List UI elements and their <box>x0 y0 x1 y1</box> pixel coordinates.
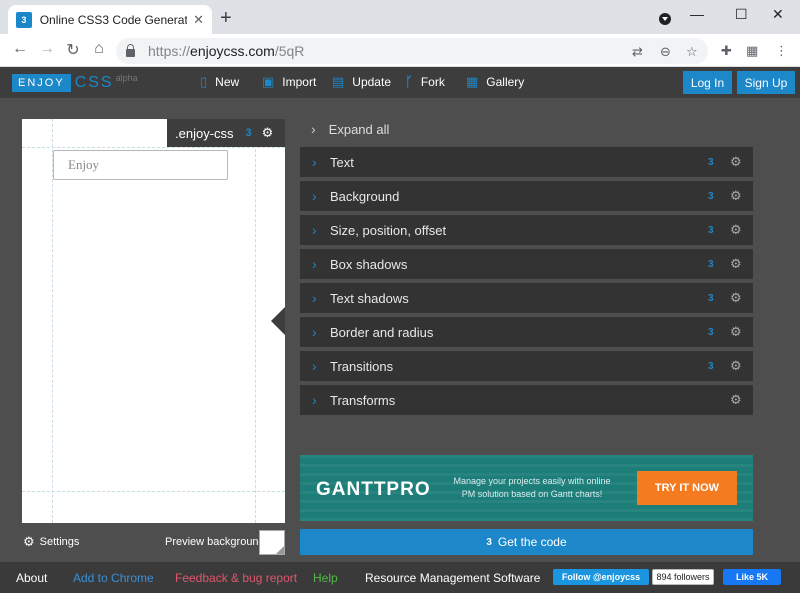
panel-box-shadows[interactable]: › Box shadows 3 ⚙ <box>300 249 753 279</box>
panel-transforms[interactable]: › Transforms ⚙ <box>300 385 753 415</box>
back-arrow-icon[interactable]: ← <box>10 40 30 58</box>
menu-kebab-icon[interactable]: ⋮ <box>775 43 788 59</box>
css3-icon: 3 <box>486 536 492 548</box>
login-button[interactable]: Log In <box>683 71 732 94</box>
css3-icon[interactable]: 3 <box>708 259 714 270</box>
css3-icon[interactable]: 3 <box>708 157 714 168</box>
chevron-right-icon: › <box>312 358 317 374</box>
address-bar[interactable]: https://enjoycss.com/5qR ⇄ ⊖ ☆ <box>116 38 708 64</box>
bookmark-star-icon[interactable]: ☆ <box>686 44 698 60</box>
chevron-right-icon: › <box>312 392 317 408</box>
chevron-right-icon: › <box>312 222 317 238</box>
signup-button[interactable]: Sign Up <box>737 71 795 94</box>
ganttpro-ad-banner[interactable]: GANTTPRO Manage your projects easily wit… <box>300 455 753 521</box>
footer-about-link[interactable]: About <box>16 571 47 585</box>
gear-icon[interactable]: ⚙ <box>730 392 742 408</box>
preview-background-swatch[interactable] <box>259 530 285 555</box>
panel-border-and-radius[interactable]: › Border and radius 3 ⚙ <box>300 317 753 347</box>
css3-icon[interactable]: 3 <box>708 293 714 304</box>
gear-icon[interactable]: ⚙ <box>730 256 742 272</box>
get-code-button[interactable]: 3 Get the code <box>300 529 753 555</box>
chevron-right-icon: › <box>312 154 317 170</box>
browser-tab[interactable]: 3 Online CSS3 Code Generator W ✕ <box>8 5 212 34</box>
footer-feedback-link[interactable]: Feedback & bug report <box>175 571 297 585</box>
new-tab-button[interactable]: + <box>220 8 232 28</box>
footer-add-to-chrome-link[interactable]: Add to Chrome <box>73 571 154 585</box>
gear-icon: ⚙ <box>23 534 35 549</box>
ad-text: Manage your projects easily with online … <box>453 476 611 499</box>
update-button[interactable]: ▤ Update <box>332 74 391 90</box>
chevron-right-icon: › <box>312 188 317 204</box>
ad-cta-button[interactable]: TRY IT NOW <box>637 471 737 505</box>
gear-icon[interactable]: ⚙ <box>730 290 742 306</box>
gear-icon[interactable]: ⚙ <box>730 188 742 204</box>
import-icon: ▣ <box>262 74 275 89</box>
gear-icon[interactable]: ⚙ <box>730 154 742 170</box>
panel-transitions[interactable]: › Transitions 3 ⚙ <box>300 351 753 381</box>
gear-icon[interactable]: ⚙ <box>730 222 742 238</box>
minimize-button[interactable]: — <box>690 6 704 22</box>
extensions-icon[interactable]: ✚ <box>721 43 732 59</box>
panel-background[interactable]: › Background 3 ⚙ <box>300 181 753 211</box>
tab-search-icon[interactable] <box>659 13 671 25</box>
new-button[interactable]: ▯ New <box>200 74 239 90</box>
facebook-like-button[interactable]: Like 5K <box>723 569 781 585</box>
preview-pointer <box>271 307 285 335</box>
close-window-button[interactable]: ✕ <box>772 6 784 23</box>
tab-title: Online CSS3 Code Generator W <box>39 12 188 27</box>
expand-all-button[interactable]: › Expand all <box>311 121 389 137</box>
reload-icon[interactable]: ↻ <box>63 40 83 60</box>
save-icon: ▤ <box>332 74 345 89</box>
fork-icon: ᚴ <box>405 74 413 89</box>
class-name-bar: .enjoy-css 3 ⚙ <box>167 119 285 147</box>
translate-icon[interactable]: ⇄ <box>632 44 643 60</box>
panel-size-position-offset[interactable]: › Size, position, offset 3 ⚙ <box>300 215 753 245</box>
lock-icon <box>126 44 135 57</box>
chevron-right-icon: › <box>312 290 317 306</box>
panel-text[interactable]: › Text 3 ⚙ <box>300 147 753 177</box>
gear-icon[interactable]: ⚙ <box>262 125 274 141</box>
chevron-right-icon: › <box>311 121 316 137</box>
preview-element[interactable]: Enjoy <box>53 150 228 180</box>
gallery-button[interactable]: ▦ Gallery <box>466 74 524 90</box>
guide-line <box>255 119 256 523</box>
guide-line <box>22 147 285 148</box>
css3-icon[interactable]: 3 <box>708 225 714 236</box>
css3-icon[interactable]: 3 <box>246 127 252 139</box>
footer-resource-link[interactable]: Resource Management Software <box>365 571 540 585</box>
browser-tab-strip: 3 Online CSS3 Code Generator W ✕ + — ☐ ✕ <box>0 0 800 34</box>
gear-icon[interactable]: ⚙ <box>730 324 742 340</box>
css3-icon[interactable]: 3 <box>708 327 714 338</box>
tab-close-icon[interactable]: ✕ <box>193 12 204 28</box>
forward-arrow-icon[interactable]: → <box>37 40 57 58</box>
extension-calendar-icon[interactable]: ▦ <box>746 43 758 59</box>
home-icon[interactable]: ⌂ <box>89 40 109 58</box>
ad-logo: GANTTPRO <box>316 479 431 500</box>
browser-toolbar: ← → ↻ ⌂ https://enjoycss.com/5qR ⇄ ⊖ ☆ ✚… <box>0 34 800 67</box>
gallery-grid-icon: ▦ <box>466 74 479 89</box>
twitter-follow-button[interactable]: Follow @enjoycss <box>553 569 649 585</box>
twitter-follower-count: 894 followers <box>652 569 714 585</box>
zoom-icon[interactable]: ⊖ <box>660 44 671 60</box>
settings-button[interactable]: ⚙ Settings <box>23 534 79 550</box>
css3-icon[interactable]: 3 <box>708 191 714 202</box>
import-button[interactable]: ▣ Import <box>262 74 316 90</box>
panel-text-shadows[interactable]: › Text shadows 3 ⚙ <box>300 283 753 313</box>
gear-icon[interactable]: ⚙ <box>730 358 742 374</box>
new-document-icon: ▯ <box>200 74 208 89</box>
footer-help-link[interactable]: Help <box>313 571 338 585</box>
fork-button[interactable]: ᚴ Fork <box>405 74 445 89</box>
guide-line <box>22 491 285 492</box>
css3-favicon-icon: 3 <box>16 11 32 28</box>
css3-icon[interactable]: 3 <box>708 361 714 372</box>
class-name[interactable]: .enjoy-css <box>175 126 234 141</box>
enjoycss-logo[interactable]: ENJOY CSS alpha <box>12 73 138 92</box>
url-text: https://enjoycss.com/5qR <box>148 43 305 59</box>
chevron-right-icon: › <box>312 324 317 340</box>
chevron-right-icon: › <box>312 256 317 272</box>
preview-background-label: Preview background <box>165 536 265 548</box>
maximize-button[interactable]: ☐ <box>735 6 748 23</box>
